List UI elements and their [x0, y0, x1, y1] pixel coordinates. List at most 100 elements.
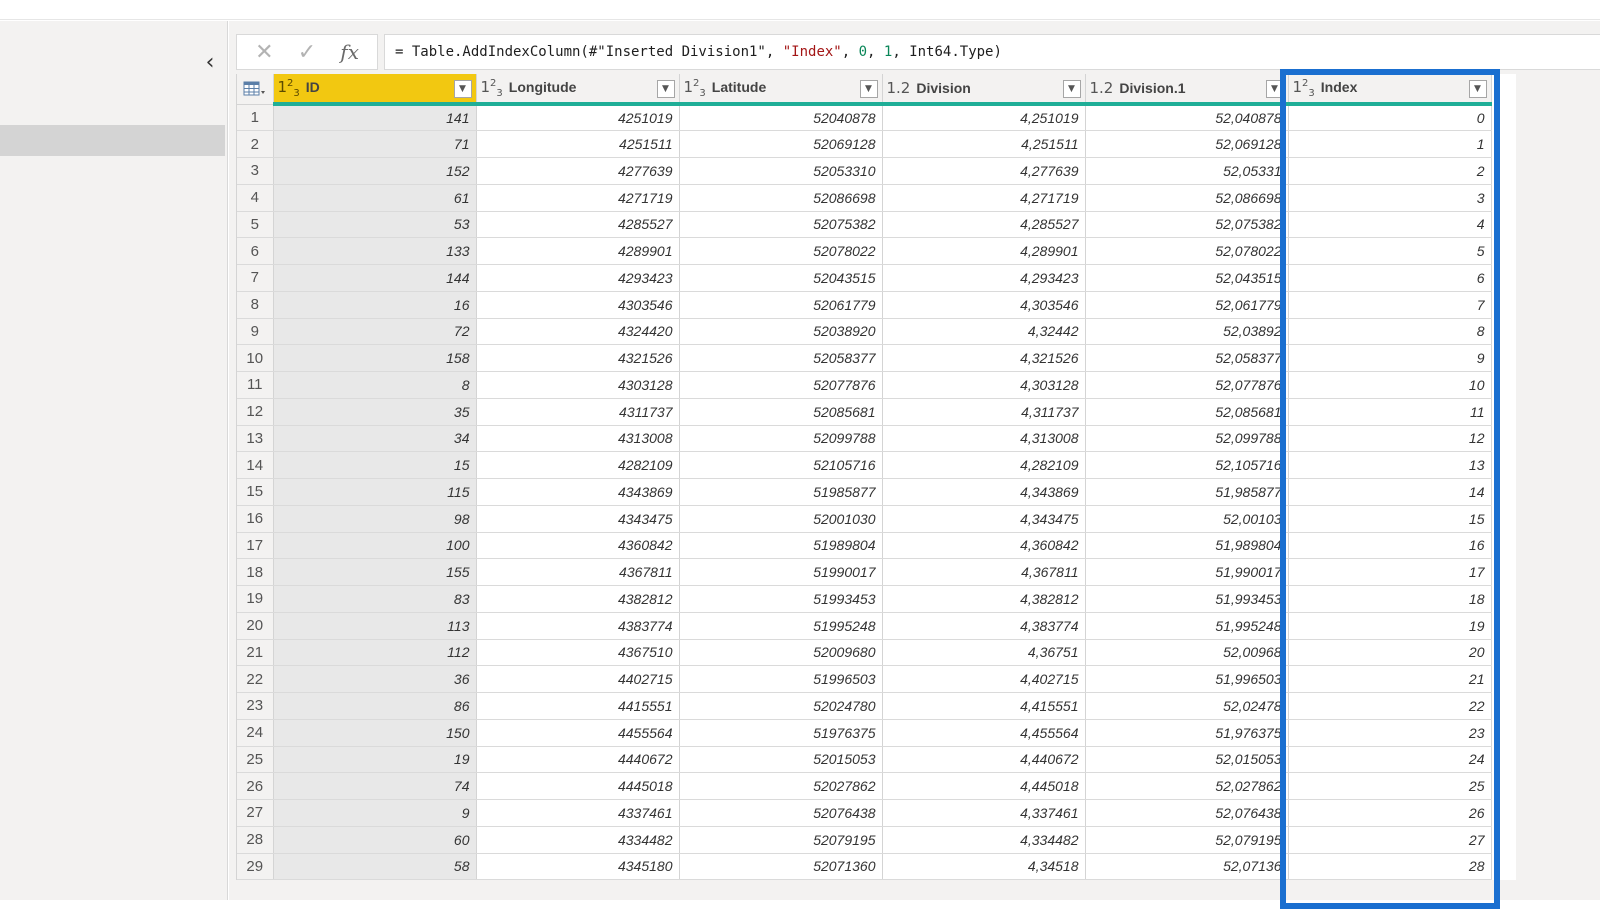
cell-index[interactable]: 14	[1288, 478, 1492, 506]
cell-division[interactable]: 4,271719	[882, 184, 1086, 212]
cell-latitude[interactable]: 52085681	[679, 398, 883, 426]
formula-input[interactable]: = Table.AddIndexColumn(#"Inserted Divisi…	[384, 34, 1600, 70]
cell-index[interactable]: 20	[1288, 639, 1492, 667]
cell-division-1[interactable]: 51,985877	[1085, 478, 1289, 506]
cell-division[interactable]: 4,455564	[882, 719, 1086, 747]
cell-longitude[interactable]: 4360842	[476, 532, 680, 560]
cell-index[interactable]: 27	[1288, 826, 1492, 854]
row-number[interactable]: 16	[237, 505, 274, 533]
cell-id[interactable]: 61	[273, 184, 477, 212]
cell-index[interactable]: 15	[1288, 505, 1492, 533]
cell-division[interactable]: 4,382812	[882, 585, 1086, 613]
cell-id[interactable]: 141	[273, 104, 477, 132]
cell-division-1[interactable]: 52,105716	[1085, 451, 1289, 479]
cell-latitude[interactable]: 52009680	[679, 639, 883, 667]
cell-index[interactable]: 24	[1288, 746, 1492, 774]
cell-index[interactable]: 22	[1288, 692, 1492, 720]
row-number[interactable]: 19	[237, 585, 274, 613]
row-number[interactable]: 11	[237, 371, 274, 399]
row-number[interactable]: 9	[237, 318, 274, 346]
cell-division-1[interactable]: 52,02478	[1085, 692, 1289, 720]
cell-longitude[interactable]: 4382812	[476, 585, 680, 613]
cell-longitude[interactable]: 4343869	[476, 478, 680, 506]
cell-latitude[interactable]: 51995248	[679, 612, 883, 640]
cell-longitude[interactable]: 4383774	[476, 612, 680, 640]
cell-division-1[interactable]: 52,099788	[1085, 425, 1289, 453]
whole-number-type-icon[interactable]: 123	[1293, 78, 1315, 99]
cell-longitude[interactable]: 4251019	[476, 104, 680, 132]
row-number[interactable]: 14	[237, 451, 274, 479]
cell-id[interactable]: 100	[273, 532, 477, 560]
cell-index[interactable]: 19	[1288, 612, 1492, 640]
row-number[interactable]: 26	[237, 772, 274, 800]
cell-latitude[interactable]: 52086698	[679, 184, 883, 212]
cell-id[interactable]: 150	[273, 719, 477, 747]
cell-division[interactable]: 4,343475	[882, 505, 1086, 533]
cell-division[interactable]: 4,34518	[882, 853, 1086, 881]
cell-division-1[interactable]: 52,043515	[1085, 264, 1289, 292]
cell-index[interactable]: 5	[1288, 237, 1492, 265]
cell-longitude[interactable]: 4293423	[476, 264, 680, 292]
row-number[interactable]: 28	[237, 826, 274, 854]
cell-id[interactable]: 36	[273, 665, 477, 693]
row-number[interactable]: 29	[237, 853, 274, 881]
cell-division-1[interactable]: 52,027862	[1085, 772, 1289, 800]
close-icon[interactable]: ✕	[249, 40, 279, 65]
cell-latitude[interactable]: 52061779	[679, 291, 883, 319]
cell-longitude[interactable]: 4311737	[476, 398, 680, 426]
whole-number-type-icon[interactable]: 123	[684, 78, 706, 99]
cell-longitude[interactable]: 4367510	[476, 639, 680, 667]
cell-longitude[interactable]: 4415551	[476, 692, 680, 720]
cell-division[interactable]: 4,360842	[882, 532, 1086, 560]
cell-index[interactable]: 8	[1288, 318, 1492, 346]
cell-division-1[interactable]: 52,058377	[1085, 344, 1289, 372]
cell-latitude[interactable]: 51976375	[679, 719, 883, 747]
check-icon[interactable]: ✓	[292, 40, 322, 65]
cell-latitude[interactable]: 52079195	[679, 826, 883, 854]
cell-id[interactable]: 71	[273, 130, 477, 158]
column-header-division[interactable]: 1.2 Division ▼	[882, 74, 1086, 106]
cell-id[interactable]: 8	[273, 371, 477, 399]
column-header-index[interactable]: 123 Index ▼	[1288, 74, 1492, 106]
cell-longitude[interactable]: 4445018	[476, 772, 680, 800]
cell-id[interactable]: 58	[273, 853, 477, 881]
cell-id[interactable]: 155	[273, 558, 477, 586]
row-number[interactable]: 27	[237, 799, 274, 827]
cell-id[interactable]: 133	[273, 237, 477, 265]
whole-number-type-icon[interactable]: 123	[278, 78, 300, 99]
cell-longitude[interactable]: 4343475	[476, 505, 680, 533]
cell-index[interactable]: 16	[1288, 532, 1492, 560]
filter-dropdown-icon[interactable]: ▼	[656, 80, 675, 98]
filter-dropdown-icon[interactable]: ▼	[453, 80, 472, 98]
cell-longitude[interactable]: 4282109	[476, 451, 680, 479]
cell-latitude[interactable]: 52069128	[679, 130, 883, 158]
cell-latitude[interactable]: 51993453	[679, 585, 883, 613]
cell-id[interactable]: 158	[273, 344, 477, 372]
cell-id[interactable]: 19	[273, 746, 477, 774]
cell-division-1[interactable]: 52,086698	[1085, 184, 1289, 212]
cell-id[interactable]: 98	[273, 505, 477, 533]
cell-longitude[interactable]: 4334482	[476, 826, 680, 854]
cell-division-1[interactable]: 52,00103	[1085, 505, 1289, 533]
cell-index[interactable]: 17	[1288, 558, 1492, 586]
cell-division-1[interactable]: 52,03892	[1085, 318, 1289, 346]
row-number[interactable]: 3	[237, 157, 274, 185]
cell-latitude[interactable]: 52038920	[679, 318, 883, 346]
fx-icon[interactable]: fx	[335, 40, 365, 64]
cell-latitude[interactable]: 52078022	[679, 237, 883, 265]
cell-index[interactable]: 4	[1288, 211, 1492, 239]
cell-longitude[interactable]: 4324420	[476, 318, 680, 346]
column-header-division-1[interactable]: 1.2 Division.1 ▼	[1085, 74, 1289, 106]
row-number[interactable]: 13	[237, 425, 274, 453]
filter-dropdown-icon[interactable]: ▼	[1062, 80, 1081, 98]
cell-latitude[interactable]: 52027862	[679, 772, 883, 800]
row-number[interactable]: 6	[237, 237, 274, 265]
cell-id[interactable]: 35	[273, 398, 477, 426]
cell-latitude[interactable]: 51989804	[679, 532, 883, 560]
cell-longitude[interactable]: 4440672	[476, 746, 680, 774]
cell-division-1[interactable]: 51,989804	[1085, 532, 1289, 560]
cell-division[interactable]: 4,251511	[882, 130, 1086, 158]
cell-id[interactable]: 53	[273, 211, 477, 239]
cell-division[interactable]: 4,282109	[882, 451, 1086, 479]
cell-id[interactable]: 112	[273, 639, 477, 667]
